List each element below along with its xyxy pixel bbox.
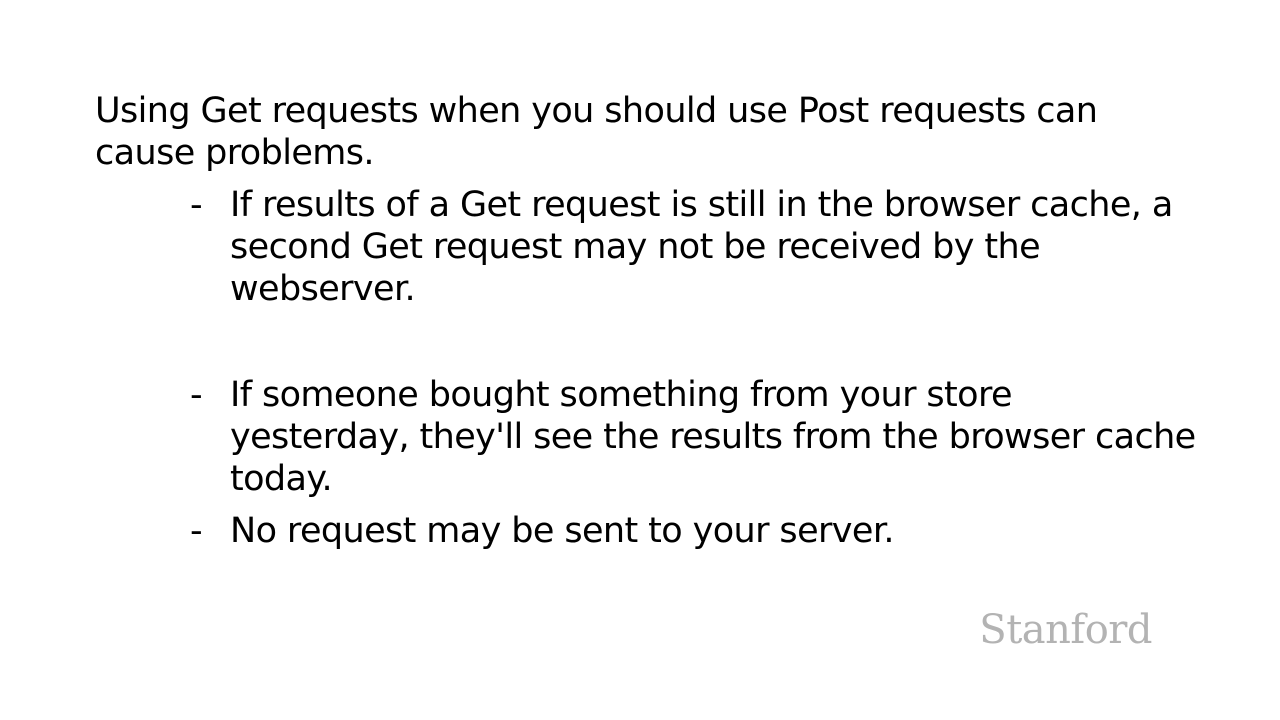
bullet-item: - No request may be sent to your server.: [190, 510, 1200, 552]
bullet-marker: -: [190, 185, 203, 225]
stanford-logo: Stanford: [979, 607, 1152, 653]
bullet-marker: -: [190, 375, 203, 415]
bullet-item: - If someone bought something from your …: [190, 374, 1200, 500]
bullet-list: - If results of a Get request is still i…: [190, 184, 1200, 552]
bullet-text: If results of a Get request is still in …: [230, 185, 1173, 309]
bullet-text: No request may be sent to your server.: [230, 511, 895, 551]
bullet-marker: -: [190, 511, 203, 551]
slide: Using Get requests when you should use P…: [0, 0, 1280, 720]
bullet-text: If someone bought something from your st…: [230, 375, 1196, 499]
intro-text: Using Get requests when you should use P…: [95, 91, 1098, 173]
bullet-item: - If results of a Get request is still i…: [190, 184, 1200, 310]
